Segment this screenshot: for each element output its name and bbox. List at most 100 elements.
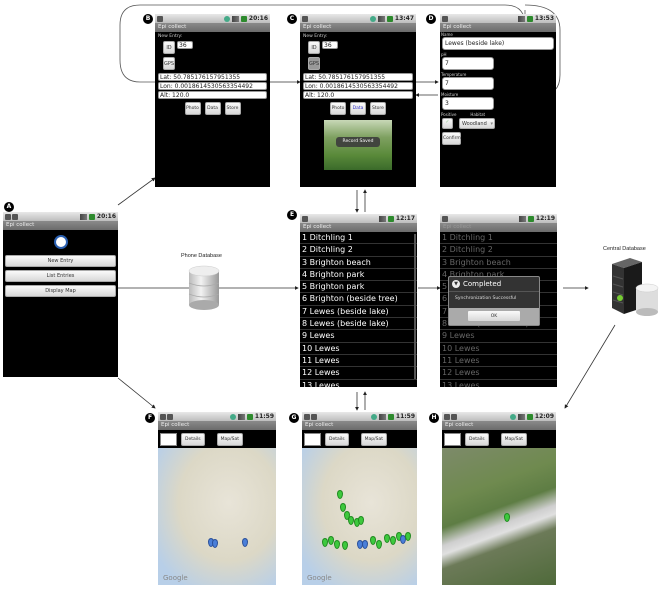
list-item[interactable]: 2 Ditchling 2	[440, 244, 557, 257]
list-item[interactable]: 5 Brighton park	[300, 281, 417, 294]
new-entry-label: New Entry:	[158, 34, 183, 39]
map-pin[interactable]	[337, 490, 343, 499]
sync-dialog: ▼ Completed Synchronization Successful OK	[448, 276, 540, 326]
map-pin[interactable]	[362, 540, 368, 549]
status-bar: 12:19	[440, 214, 557, 223]
name-input[interactable]: Lewes (beside lake)	[442, 37, 554, 50]
list-item[interactable]: 11 Lewes	[440, 355, 557, 368]
latitude-field[interactable]: Lat: 50.785176157951355	[303, 73, 413, 81]
battery-icon	[526, 15, 533, 22]
clock: 12:17	[395, 215, 415, 222]
store-button[interactable]: Store	[370, 102, 386, 115]
list-item[interactable]: 6 Brighton (beside tree)	[300, 293, 417, 306]
temperature-input[interactable]: 7	[442, 77, 494, 90]
latitude-field[interactable]: Lat: 50.785176157951355	[158, 73, 267, 81]
app-title: Epi collect	[158, 421, 276, 430]
battery-icon	[387, 215, 394, 222]
road-map[interactable]: Google	[158, 448, 276, 585]
list-item[interactable]: 12 Lewes	[300, 367, 417, 380]
list-entries-button[interactable]: List Entries	[5, 270, 116, 282]
habitat-value: Woodland	[462, 121, 487, 127]
data-button[interactable]: Data	[204, 102, 221, 115]
display-map-button[interactable]: Display Map	[5, 285, 116, 297]
details-button[interactable]: Details	[465, 432, 489, 446]
map-sat-toggle[interactable]: Map/Sat	[360, 432, 388, 446]
map-blank-button[interactable]	[304, 432, 321, 446]
list-item[interactable]: 7 Lewes (beside lake)	[300, 306, 417, 319]
store-button[interactable]: Store	[224, 102, 241, 115]
panel-label-f: F	[145, 413, 155, 423]
panel-label-e: E	[287, 210, 297, 220]
usb-icon	[302, 15, 308, 22]
app-logo-icon	[53, 235, 68, 249]
road-map[interactable]: Google	[302, 448, 417, 585]
gps-button[interactable]: GPS	[163, 57, 175, 70]
list-item[interactable]: 2 Ditchling 2	[300, 244, 417, 257]
map-pin[interactable]	[212, 539, 218, 548]
panel-d-data-form: 13:53 Epi collect Name Lewes (beside lak…	[440, 14, 556, 187]
id-button[interactable]: ID	[308, 41, 320, 54]
altitude-field[interactable]: Alt: 120.0	[303, 91, 413, 99]
gps-icon	[229, 413, 236, 420]
details-button[interactable]: Details	[325, 432, 349, 446]
list-item[interactable]: 8 Lewes (beside lake)	[300, 318, 417, 331]
habitat-dropdown[interactable]: Woodland ▾	[459, 118, 495, 129]
list-item[interactable]: 13 Lewes	[440, 380, 557, 387]
longitude-field[interactable]: Lon: 0.0018614530563354492	[158, 82, 267, 90]
clock: 20:16	[96, 213, 116, 220]
arrow-a-b	[117, 177, 156, 206]
list-item[interactable]: 1 Ditchling 1	[440, 232, 557, 245]
map-pin[interactable]	[358, 516, 364, 525]
list-item[interactable]: 1 Ditchling 1	[300, 232, 417, 245]
positive-checkbox[interactable]: ✓	[442, 118, 453, 129]
signal-icon	[517, 413, 525, 420]
data-button[interactable]: Data	[350, 102, 366, 115]
map-pin[interactable]	[242, 538, 248, 547]
list-item[interactable]: 4 Brighton park	[300, 269, 417, 282]
details-button[interactable]: Details	[181, 432, 205, 446]
list-item[interactable]: 10 Lewes	[300, 343, 417, 355]
moisture-label: Moisture	[441, 92, 459, 97]
id-button[interactable]: ID	[163, 41, 175, 54]
map-pin[interactable]	[376, 540, 382, 549]
list-item[interactable]: 3 Brighton beach	[440, 257, 557, 269]
id-field[interactable]: 36	[177, 41, 193, 49]
usb-icon	[442, 215, 448, 222]
satellite-map[interactable]	[442, 448, 556, 585]
panel-c-record-saved: 13:47 Epi collect New Entry: ID 36 GPS L…	[300, 14, 416, 187]
id-field[interactable]: 36	[322, 41, 338, 49]
temperature-label: Temperature	[441, 72, 467, 77]
map-sat-toggle[interactable]: Map/Sat	[216, 432, 244, 446]
ph-input[interactable]: 7	[442, 57, 494, 70]
confirm-button[interactable]: Confirm	[442, 132, 461, 145]
moisture-input[interactable]: 3	[442, 97, 494, 110]
map-pin[interactable]	[342, 541, 348, 550]
panel-label-g: G	[289, 413, 299, 423]
list-item[interactable]: 12 Lewes	[440, 367, 557, 380]
map-pin[interactable]	[334, 540, 340, 549]
gps-button[interactable]: GPS	[308, 57, 320, 70]
map-pin[interactable]	[390, 536, 396, 545]
scrollbar[interactable]	[414, 234, 416, 379]
photo-button[interactable]: Photo	[330, 102, 346, 115]
dialog-ok-button[interactable]: OK	[467, 310, 521, 322]
list-item[interactable]: 3 Brighton beach	[300, 257, 417, 269]
longitude-field[interactable]: Lon: 0.0018614530563354492	[303, 82, 413, 90]
list-item[interactable]: 13 Lewes	[300, 380, 417, 387]
list-item[interactable]: 9 Lewes	[440, 330, 557, 343]
list-item[interactable]: 10 Lewes	[440, 343, 557, 355]
map-sat-toggle[interactable]: Map/Sat	[500, 432, 528, 446]
list-item[interactable]: 9 Lewes	[300, 330, 417, 343]
signal-icon	[231, 15, 239, 22]
list-item[interactable]: 11 Lewes	[300, 355, 417, 368]
map-pin[interactable]	[405, 532, 411, 541]
gps-icon	[509, 413, 516, 420]
new-entry-button[interactable]: New Entry	[5, 255, 116, 267]
map-blank-button[interactable]	[444, 432, 461, 446]
map-pin[interactable]	[504, 513, 510, 522]
map-blank-button[interactable]	[160, 432, 177, 446]
entry-list: 1 Ditchling 12 Ditchling 23 Brighton bea…	[300, 232, 417, 387]
status-bar: 20:16	[3, 212, 118, 221]
photo-button[interactable]: Photo	[184, 102, 201, 115]
altitude-field[interactable]: Alt: 120.0	[158, 91, 267, 99]
